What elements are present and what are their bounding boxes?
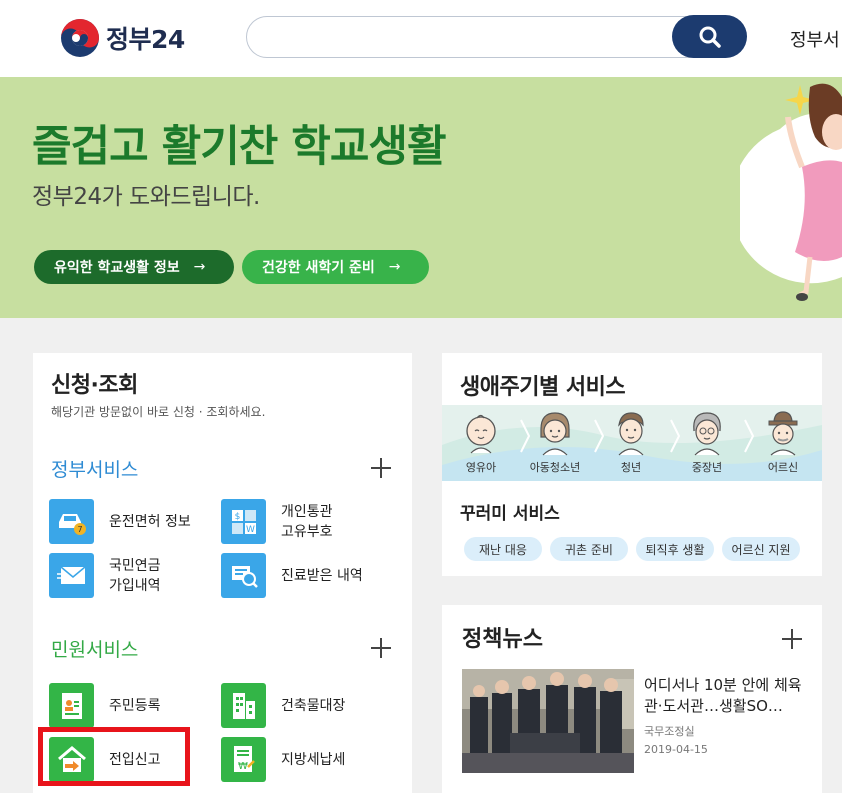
life-stage-strip: 영유아 아동청소년 청년 중장년 어르신 bbox=[442, 405, 822, 481]
local-tax-service[interactable]: ₩ 지방세납세 bbox=[221, 737, 345, 782]
service-label-line2: 가입내역 bbox=[109, 577, 161, 594]
service-label-line2: 고유부호 bbox=[281, 523, 333, 540]
young-adult-face-icon bbox=[618, 412, 644, 456]
taegeuk-logo-icon bbox=[61, 19, 99, 57]
search-icon bbox=[699, 26, 721, 48]
tax-document-icon: ₩ bbox=[221, 737, 266, 782]
press-briefing-photo-icon bbox=[462, 669, 634, 773]
school-life-info-button[interactable]: 유익한 학교생활 정보 → bbox=[34, 250, 234, 284]
svg-text:$: $ bbox=[234, 512, 240, 522]
document-person-icon bbox=[49, 683, 94, 728]
panel-title: 생애주기별 서비스 bbox=[460, 375, 626, 400]
header-menu-link[interactable]: 정부서 bbox=[790, 26, 840, 52]
stage-young-adult[interactable]: 청년 bbox=[596, 405, 666, 481]
policy-news-panel: 정책뉴스 어디서나 10분 안에 체육관·도서관…생활SO… 국무조정실 201… bbox=[442, 605, 822, 793]
chip-disaster[interactable]: 재난 대응 bbox=[464, 537, 542, 561]
service-label-line1: 국민연금 bbox=[109, 557, 161, 574]
service-label: 운전면허 정보 bbox=[109, 513, 191, 530]
search-button[interactable] bbox=[672, 15, 747, 58]
promo-banner: 즐겁고 활기찬 학교생활 정부24가 도와드립니다. 유익한 학교생활 정보 →… bbox=[0, 77, 842, 318]
stage-child-youth[interactable]: 아동청소년 bbox=[520, 405, 590, 481]
news-source: 국무조정실 bbox=[644, 725, 695, 738]
chip-rural-return[interactable]: 귀촌 준비 bbox=[550, 537, 628, 561]
building-register-service[interactable]: 건축물대장 bbox=[221, 683, 345, 728]
stage-middle-aged[interactable]: 중장년 bbox=[672, 405, 742, 481]
civil-service-more-plus-icon[interactable] bbox=[371, 638, 391, 658]
logo[interactable]: 정부24 bbox=[60, 18, 185, 58]
chip-retirement[interactable]: 퇴직후 생활 bbox=[636, 537, 714, 561]
svg-text:7: 7 bbox=[77, 525, 82, 534]
girl-illustration-icon bbox=[740, 83, 842, 301]
gov-service-more-plus-icon[interactable] bbox=[371, 458, 391, 478]
banner-title: 즐겁고 활기찬 학교생활 bbox=[32, 122, 447, 172]
news-headline[interactable]: 어디서나 10분 안에 체육관·도서관…생활SO… bbox=[644, 675, 814, 717]
panel-title: 정책뉴스 bbox=[462, 627, 543, 652]
stage-label: 중장년 bbox=[691, 461, 723, 474]
service-label: 지방세납세 bbox=[281, 751, 346, 768]
medical-search-icon bbox=[221, 553, 266, 598]
new-semester-button[interactable]: 건강한 새학기 준비 → bbox=[242, 250, 429, 284]
gov-service-title[interactable]: 정부서비스 bbox=[51, 455, 138, 482]
news-date: 2019-04-15 bbox=[644, 743, 708, 756]
stage-infant[interactable]: 영유아 bbox=[446, 405, 516, 481]
service-label: 주민등록 bbox=[109, 697, 161, 714]
resident-registration-service[interactable]: 주민등록 bbox=[49, 683, 161, 728]
envelope-icon bbox=[49, 553, 94, 598]
stage-label: 어르신 bbox=[767, 461, 799, 474]
driver-license-service[interactable]: 7 운전면허 정보 bbox=[49, 499, 191, 544]
arrow-right-icon: → bbox=[388, 259, 401, 275]
panel-title: 신청·조회 bbox=[51, 373, 138, 398]
civil-service-title[interactable]: 민원서비스 bbox=[51, 635, 138, 662]
news-more-plus-icon[interactable] bbox=[782, 629, 802, 649]
service-label: 개인통관 고유부호 bbox=[281, 502, 333, 542]
arrow-right-icon: → bbox=[193, 259, 206, 275]
medical-history-service[interactable]: 진료받은 내역 bbox=[221, 553, 363, 598]
svg-text:₩: ₩ bbox=[238, 761, 248, 772]
service-label: 국민연금 가입내역 bbox=[109, 556, 161, 596]
service-label: 진료받은 내역 bbox=[281, 567, 363, 584]
customs-code-service[interactable]: $ W 개인통관 고유부호 bbox=[221, 499, 333, 544]
news-photo[interactable] bbox=[462, 669, 634, 773]
exchange-icon: $ W bbox=[221, 499, 266, 544]
highlight-box bbox=[38, 727, 190, 786]
stage-label: 아동청소년 bbox=[529, 461, 581, 474]
child-face-icon bbox=[540, 412, 570, 456]
header: 정부24 정부서 bbox=[0, 0, 842, 77]
button-label: 건강한 새학기 준비 bbox=[262, 260, 375, 276]
package-service-title: 꾸러미 서비스 bbox=[460, 504, 560, 524]
stage-senior[interactable]: 어르신 bbox=[748, 405, 818, 481]
baby-face-icon bbox=[466, 414, 496, 454]
logo-text: 정부24 bbox=[106, 25, 185, 54]
chip-senior-support[interactable]: 어르신 지원 bbox=[722, 537, 800, 561]
stage-label: 영유아 bbox=[465, 461, 497, 474]
banner-subtitle: 정부24가 도와드립니다. bbox=[32, 184, 260, 210]
button-label: 유익한 학교생활 정보 bbox=[54, 260, 180, 276]
national-pension-service[interactable]: 국민연금 가입내역 bbox=[49, 553, 161, 598]
life-cycle-panel: 생애주기별 서비스 영유아 아동청소년 청년 중장년 어르신 꾸러미 서비스 재… bbox=[442, 353, 822, 576]
senior-face-icon bbox=[768, 411, 798, 456]
stage-label: 청년 bbox=[620, 461, 642, 474]
search-input[interactable] bbox=[246, 15, 747, 58]
service-label: 건축물대장 bbox=[281, 697, 346, 714]
panel-description: 해당기관 방문없이 바로 신청 · 조회하세요. bbox=[51, 405, 266, 419]
middle-aged-face-icon bbox=[693, 412, 721, 456]
building-icon bbox=[221, 683, 266, 728]
service-label-line1: 개인통관 bbox=[281, 503, 333, 520]
svg-text:W: W bbox=[246, 525, 255, 535]
car-icon: 7 bbox=[49, 499, 94, 544]
